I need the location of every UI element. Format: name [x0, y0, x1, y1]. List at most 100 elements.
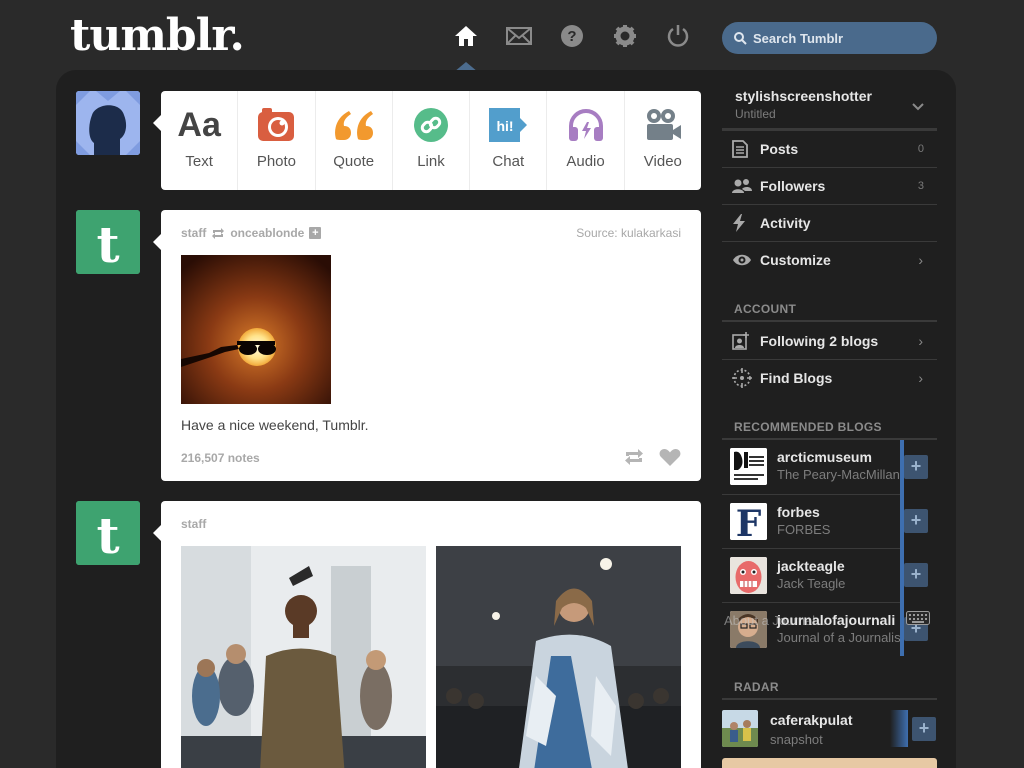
- mail-icon[interactable]: [505, 22, 533, 50]
- sidebar-item-label: Activity: [760, 215, 811, 231]
- chevron-right-icon: ›: [918, 332, 923, 349]
- home-icon[interactable]: [452, 22, 480, 50]
- sidebar-item-activity[interactable]: Activity: [722, 204, 937, 241]
- staff-avatar[interactable]: t: [76, 210, 140, 274]
- like-button[interactable]: [659, 448, 681, 472]
- help-icon[interactable]: ?: [558, 22, 586, 50]
- post-type-label: Quote: [333, 153, 375, 170]
- recommended-blog[interactable]: F forbes FORBES: [722, 494, 902, 548]
- reblog-icon: [625, 449, 643, 465]
- radar-heading: RADAR: [734, 680, 779, 694]
- video-camera-icon: [644, 105, 682, 145]
- post-type-photo[interactable]: Photo: [238, 91, 316, 190]
- tooltip-overlay-text: About a Journal...: [724, 613, 826, 628]
- post-photo[interactable]: [181, 255, 331, 404]
- following-icon: [732, 331, 760, 350]
- blog-title: Untitled: [735, 107, 776, 121]
- user-avatar[interactable]: [76, 91, 140, 155]
- sidebar-item-label: Following 2 blogs: [760, 332, 879, 349]
- blog-avatar: [730, 557, 767, 594]
- eye-icon: [732, 253, 760, 267]
- divider: [722, 698, 937, 700]
- sidebar-item-following[interactable]: Following 2 blogs ›: [722, 322, 937, 359]
- quote-icon: [333, 105, 375, 145]
- follow-button[interactable]: +: [904, 509, 928, 533]
- sidebar-item-count: 0: [917, 143, 924, 155]
- blog-avatar: [730, 448, 767, 485]
- blog-name[interactable]: stylishscreenshotter: [735, 88, 872, 104]
- radar-fade: [890, 710, 908, 747]
- radar-post-preview[interactable]: [722, 758, 937, 768]
- reblog-button[interactable]: [623, 448, 645, 471]
- recommended-blog[interactable]: arcticmuseum The Peary-MacMillan: [722, 440, 902, 494]
- sidebar-item-find-blogs[interactable]: Find Blogs ›: [722, 359, 937, 396]
- post-type-chat[interactable]: hi! Chat: [470, 91, 548, 190]
- post-author[interactable]: staff: [181, 226, 206, 240]
- chevron-down-icon[interactable]: [912, 98, 924, 116]
- staff-avatar[interactable]: t: [76, 501, 140, 565]
- gear-icon[interactable]: [611, 22, 639, 50]
- heart-icon: [659, 449, 681, 466]
- reblogged-from[interactable]: onceablonde: [230, 226, 304, 240]
- post-card: staff: [161, 501, 701, 768]
- recommended-heading: RECOMMENDED BLOGS: [734, 420, 882, 434]
- find-blogs-icon: [732, 368, 760, 388]
- sidebar-item-label: Posts: [760, 141, 799, 157]
- post-type-audio[interactable]: Audio: [547, 91, 625, 190]
- post-caption: Have a nice weekend, Tumblr.: [181, 417, 369, 433]
- headphones-icon: [567, 105, 605, 145]
- post-type-label: Video: [643, 153, 682, 170]
- post-type-quote[interactable]: Quote: [316, 91, 393, 190]
- post-type-video[interactable]: Video: [625, 91, 701, 190]
- blog-title: Jack Teagle: [777, 576, 846, 591]
- follow-plus-icon[interactable]: +: [309, 227, 322, 239]
- recommended-blog[interactable]: jackteagle Jack Teagle: [722, 548, 902, 602]
- post-type-label: Link: [417, 153, 445, 170]
- blog-title: FORBES: [777, 522, 831, 537]
- account-heading: ACCOUNT: [734, 302, 797, 316]
- recommended-scrollbar[interactable]: [900, 440, 904, 656]
- search-box[interactable]: [722, 22, 937, 54]
- bubble-tip: [153, 234, 161, 250]
- post-source[interactable]: Source: kulakarkasi: [576, 226, 681, 240]
- post-type-text[interactable]: Aa Text: [161, 91, 239, 190]
- reblog-icon: [212, 227, 225, 239]
- bubble-tip: [153, 525, 161, 541]
- sidebar-item-followers[interactable]: Followers 3: [722, 167, 937, 204]
- radar-avatar[interactable]: [722, 710, 758, 747]
- post-author[interactable]: staff: [181, 517, 206, 531]
- svg-text:F: F: [736, 503, 762, 540]
- text-icon: Aa: [177, 105, 221, 144]
- sidebar-item-label: Customize: [760, 252, 831, 268]
- link-icon: [413, 105, 449, 145]
- tumblr-logo[interactable]: tumblr.: [70, 10, 245, 61]
- search-input[interactable]: [753, 30, 923, 46]
- keyboard-icon[interactable]: [906, 611, 930, 630]
- blog-name: jackteagle: [777, 558, 845, 574]
- sidebar-item-label: Followers: [760, 178, 826, 194]
- radar-blog-name[interactable]: caferakpulat: [770, 712, 852, 728]
- post-photo[interactable]: [181, 546, 426, 768]
- sidebar-item-posts[interactable]: Posts 0: [722, 130, 937, 167]
- svg-text:t: t: [96, 506, 119, 565]
- post-photo[interactable]: [436, 546, 681, 768]
- posts-icon: [732, 140, 760, 158]
- svg-text:t: t: [96, 215, 119, 274]
- post-notes[interactable]: 216,507 notes: [181, 451, 260, 465]
- bubble-tip: [153, 115, 161, 131]
- blog-name: forbes: [777, 504, 820, 520]
- recommended-blog[interactable]: journalofajournali Journal of a Journali…: [722, 602, 902, 656]
- follow-button[interactable]: +: [904, 455, 928, 479]
- sidebar-item-customize[interactable]: Customize ›: [722, 241, 937, 278]
- radar-post-type: snapshot: [770, 732, 823, 747]
- blog-title: Journal of a Journalis: [777, 630, 901, 645]
- post-header: staff: [181, 517, 206, 531]
- follow-button[interactable]: +: [904, 563, 928, 587]
- lightning-icon: [732, 214, 760, 232]
- post-type-link[interactable]: Link: [393, 91, 471, 190]
- follow-button[interactable]: +: [912, 717, 936, 741]
- post-card: staff onceablonde + Source: kulakarkasi …: [161, 210, 701, 481]
- post-type-label: Photo: [256, 153, 297, 170]
- svg-text:?: ?: [567, 28, 576, 45]
- power-icon[interactable]: [664, 22, 692, 50]
